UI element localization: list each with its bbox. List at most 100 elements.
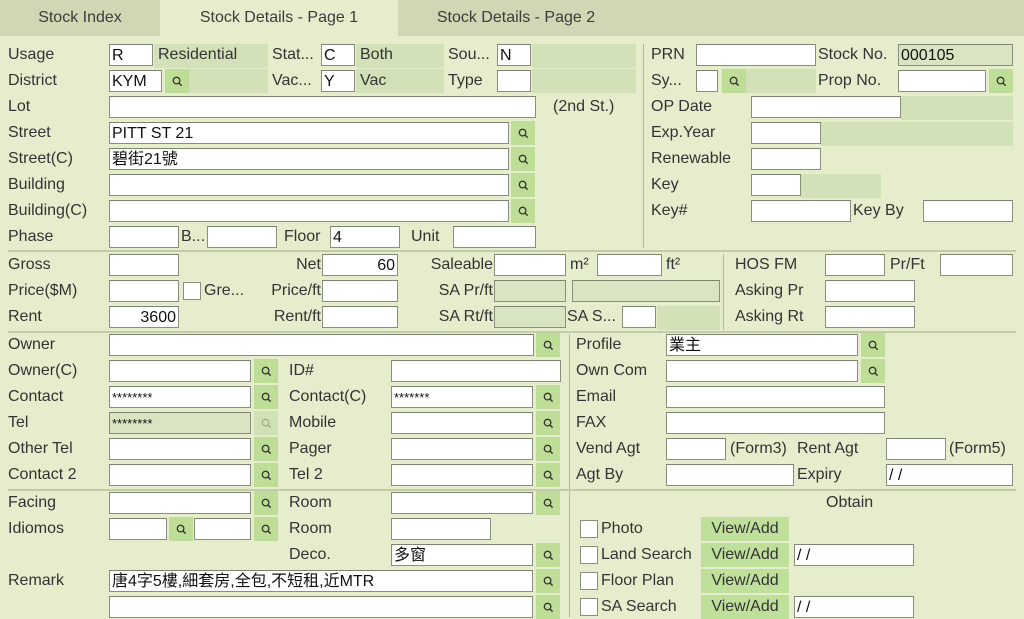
price-ft-input[interactable]: [322, 280, 398, 302]
key-no-input[interactable]: [751, 200, 851, 222]
other-tel-input[interactable]: [109, 438, 251, 460]
owner-c-search-button[interactable]: [254, 359, 278, 383]
building-input[interactable]: [109, 174, 509, 196]
rent-ft-input[interactable]: [322, 306, 398, 328]
sa-search-view-add-button[interactable]: View/Add: [701, 595, 789, 619]
remark-input-2[interactable]: [109, 596, 533, 618]
land-search-date-input[interactable]: / /: [794, 544, 914, 566]
district-search-button[interactable]: [165, 69, 189, 93]
tab-stock-details-page-1[interactable]: Stock Details - Page 1: [160, 0, 398, 36]
district-code-input[interactable]: KYM: [109, 70, 162, 92]
deco-input[interactable]: 多窗: [391, 544, 533, 566]
vend-agt-input[interactable]: [666, 438, 726, 460]
prop-no-search-button[interactable]: [989, 69, 1013, 93]
photo-checkbox[interactable]: [580, 520, 598, 538]
room2-input[interactable]: [391, 518, 491, 540]
vacancy-code-input[interactable]: Y: [321, 70, 355, 92]
floor-plan-checkbox[interactable]: [580, 572, 598, 590]
sa-search-date-input[interactable]: / /: [794, 596, 914, 618]
contact-input[interactable]: ********: [109, 386, 251, 408]
email-input[interactable]: [666, 386, 885, 408]
sa-search-checkbox[interactable]: [580, 598, 598, 616]
contact2-input[interactable]: [109, 464, 251, 486]
tel2-search-button[interactable]: [536, 463, 560, 487]
pager-input[interactable]: [391, 438, 533, 460]
agt-by-input[interactable]: [666, 464, 794, 486]
floor-plan-view-add-button[interactable]: View/Add: [701, 569, 789, 593]
unit-input[interactable]: [453, 226, 536, 248]
saleable-m2-input[interactable]: [494, 254, 566, 276]
profile-search-button[interactable]: [861, 333, 885, 357]
deco-search-button[interactable]: [536, 543, 560, 567]
net-input[interactable]: 60: [322, 254, 398, 276]
prop-no-input[interactable]: [898, 70, 986, 92]
mobile-input[interactable]: [391, 412, 533, 434]
tel2-input[interactable]: [391, 464, 533, 486]
remark-search-button-1[interactable]: [536, 569, 560, 593]
facing-input[interactable]: [109, 492, 251, 514]
room1-input[interactable]: [391, 492, 533, 514]
rent-agt-input[interactable]: [886, 438, 946, 460]
mobile-search-button[interactable]: [536, 411, 560, 435]
land-search-checkbox[interactable]: [580, 546, 598, 564]
price-input[interactable]: [109, 280, 179, 302]
photo-view-add-button[interactable]: View/Add: [701, 517, 789, 541]
prn-input[interactable]: [696, 44, 816, 66]
asking-pr-input[interactable]: [825, 280, 915, 302]
street-search-button[interactable]: [511, 121, 535, 145]
sy-input[interactable]: [696, 70, 718, 92]
tab-stock-index[interactable]: Stock Index: [0, 0, 160, 36]
other-tel-search-button[interactable]: [254, 437, 278, 461]
street-c-input[interactable]: 碧街21號: [109, 148, 509, 170]
op-date-input[interactable]: [751, 96, 901, 118]
idiomos-input-1[interactable]: [109, 518, 167, 540]
asking-rt-input[interactable]: [825, 306, 915, 328]
exp-year-input[interactable]: [751, 122, 821, 144]
key-input[interactable]: [751, 174, 801, 196]
lot-input[interactable]: [109, 96, 536, 118]
gross-input[interactable]: [109, 254, 179, 276]
pr-ft-input[interactable]: [940, 254, 1013, 276]
street-c-search-button[interactable]: [511, 147, 535, 171]
floor-input[interactable]: 4: [330, 226, 400, 248]
room1-search-button[interactable]: [536, 491, 560, 515]
fax-input[interactable]: [666, 412, 885, 434]
building-c-input[interactable]: [109, 200, 509, 222]
id-no-input[interactable]: [391, 360, 561, 382]
own-com-search-button[interactable]: [861, 359, 885, 383]
phase-input[interactable]: [109, 226, 179, 248]
own-com-input[interactable]: [666, 360, 858, 382]
owner-search-button[interactable]: [536, 333, 560, 357]
contact2-search-button[interactable]: [254, 463, 278, 487]
gre-checkbox[interactable]: [183, 282, 201, 300]
facing-search-button[interactable]: [254, 491, 278, 515]
remark-input-1[interactable]: 唐4字5樓,細套房,全包,不短租,近MTR: [109, 570, 533, 592]
pager-search-button[interactable]: [536, 437, 560, 461]
contact-c-input[interactable]: *******: [391, 386, 533, 408]
land-search-view-add-button[interactable]: View/Add: [701, 543, 789, 567]
remark-search-button-2[interactable]: [536, 595, 560, 619]
status-code-input[interactable]: C: [321, 44, 355, 66]
type-code-input[interactable]: [497, 70, 531, 92]
idiomos-search-button-1[interactable]: [169, 517, 193, 541]
profile-input[interactable]: 業主: [666, 334, 858, 356]
expiry-input[interactable]: / /: [886, 464, 1013, 486]
tab-stock-details-page-2[interactable]: Stock Details - Page 2: [398, 0, 634, 36]
saleable-ft2-input[interactable]: [597, 254, 662, 276]
source-code-input[interactable]: N: [497, 44, 531, 66]
key-by-input[interactable]: [923, 200, 1013, 222]
building-c-search-button[interactable]: [511, 199, 535, 223]
contact-search-button[interactable]: [254, 385, 278, 409]
renewable-input[interactable]: [751, 148, 821, 170]
sa-s-input[interactable]: [622, 306, 656, 328]
street-input[interactable]: PITT ST 21: [109, 122, 509, 144]
sy-search-button[interactable]: [722, 69, 746, 93]
owner-input[interactable]: [109, 334, 534, 356]
block-input[interactable]: [207, 226, 277, 248]
idiomos-search-button-2[interactable]: [254, 517, 278, 541]
owner-c-input[interactable]: [109, 360, 251, 382]
contact-c-search-button[interactable]: [536, 385, 560, 409]
building-search-button[interactable]: [511, 173, 535, 197]
hos-fm-input[interactable]: [825, 254, 885, 276]
usage-code-input[interactable]: R: [109, 44, 153, 66]
